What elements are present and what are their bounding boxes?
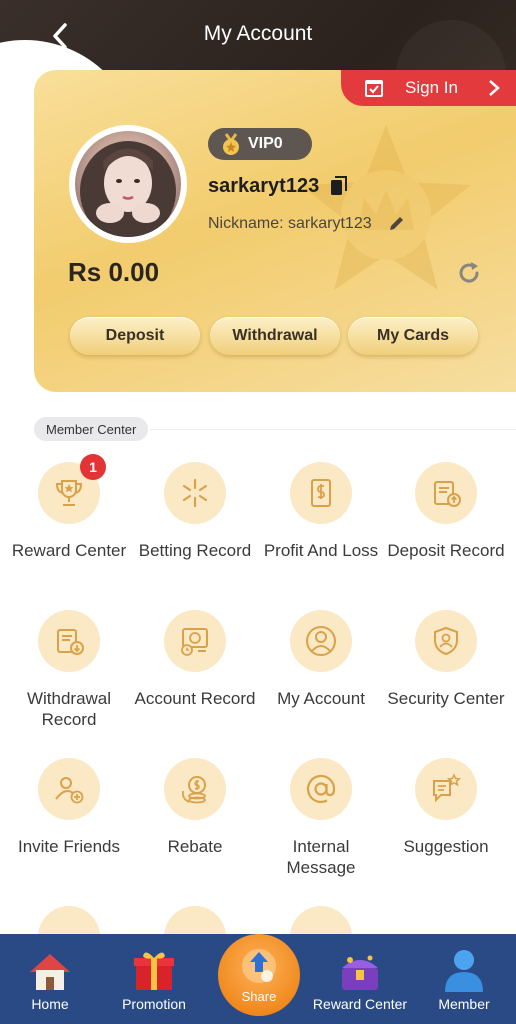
at-icon [290,758,352,820]
vip-level: VIP0 [248,135,283,152]
notification-badge: 1 [80,454,106,480]
invite-friends-label: Invite Friends [17,837,121,856]
nickname: Nickname: sarkaryt123 [208,215,372,232]
nav-reward-center-label: Reward Center [312,996,408,1012]
my-cards-button[interactable]: My Cards [348,317,478,355]
house-icon [30,954,70,990]
vip-badge: VIP0 [208,128,312,160]
internal-message-item[interactable]: Internal Message [258,758,384,878]
withdrawal-record-item[interactable]: Withdrawal Record [6,610,132,730]
sign-in-label: Sign In [405,78,458,97]
nav-member[interactable]: Member [414,934,514,1024]
star-crown-watermark-icon [301,125,471,290]
betting-record-item[interactable]: Betting Record [132,462,258,561]
internal-message-label: Internal Message [286,837,356,877]
user-add-icon [38,758,100,820]
member-center-title: Member Center [34,417,149,441]
section-divider [150,429,516,430]
security-center-item[interactable]: Security Center [383,610,509,709]
nav-promotion-label: Promotion [122,996,186,1012]
pencil-icon[interactable] [388,214,406,232]
nav-promotion[interactable]: Promotion [104,934,204,1024]
nav-home[interactable]: Home [0,934,100,1024]
nav-home-label: Home [31,996,69,1012]
avatar-photo [75,131,181,237]
suggestion-label: Suggestion [403,837,489,856]
person-icon [445,950,483,992]
document-dollar-icon [290,462,352,524]
profit-and-loss-label: Profit And Loss [263,541,379,560]
deposit-record-item[interactable]: Deposit Record [383,462,509,561]
my-account-item[interactable]: My Account [258,610,384,709]
profit-and-loss-item[interactable]: Profit And Loss [258,462,384,561]
clipboard-download-icon [38,610,100,672]
username: sarkaryt123 [208,175,320,197]
deposit-button[interactable]: Deposit [70,317,200,355]
deposit-record-label: Deposit Record [387,541,505,560]
treasure-chest-icon [342,955,378,990]
nav-member-label: Member [438,996,490,1012]
reward-center-label: Reward Center [11,541,127,560]
top-bar: My Account [0,0,516,72]
invite-friends-item[interactable]: Invite Friends [6,758,132,857]
trophy-icon: 1 [38,454,106,524]
refresh-icon[interactable] [456,260,482,286]
calendar-check-icon [365,80,383,97]
clipboard-upload-icon [415,462,477,524]
account-record-item[interactable]: Account Record [132,610,258,709]
avatar[interactable] [69,125,187,243]
starburst-icon [164,462,226,524]
withdrawal-button[interactable]: Withdrawal [210,317,340,355]
reward-center-item[interactable]: 1 Reward Center [6,454,132,561]
withdrawal-record-label: Withdrawal Record [26,689,112,729]
gift-icon [134,952,174,990]
shield-user-icon [415,610,477,672]
sign-in-button[interactable]: Sign In [341,70,516,106]
betting-record-label: Betting Record [138,541,252,560]
account-record-label: Account Record [134,689,256,708]
balance: Rs 0.00 [68,257,160,287]
security-center-label: Security Center [387,689,505,708]
share-upload-icon [242,949,276,983]
share-label: Share [241,989,277,1004]
chat-star-icon [415,758,477,820]
nav-reward-center[interactable]: Reward Center [310,934,410,1024]
portrait-illustration [80,141,176,237]
chevron-right-icon [489,80,500,96]
rebate-item[interactable]: Rebate [132,758,258,857]
my-account-label: My Account [277,689,365,708]
monitor-clock-icon [164,610,226,672]
page-title: My Account [203,22,313,45]
user-circle-icon [290,610,352,672]
rebate-label: Rebate [167,837,223,856]
medal-icon [223,133,239,155]
suggestion-item[interactable]: Suggestion [383,758,509,857]
share-button[interactable]: Share [218,934,300,1016]
account-card: Sign In VIP0 sarkaryt123 Nickname: sarka… [34,70,516,392]
copy-icon[interactable] [330,176,348,196]
coins-icon [164,758,226,820]
